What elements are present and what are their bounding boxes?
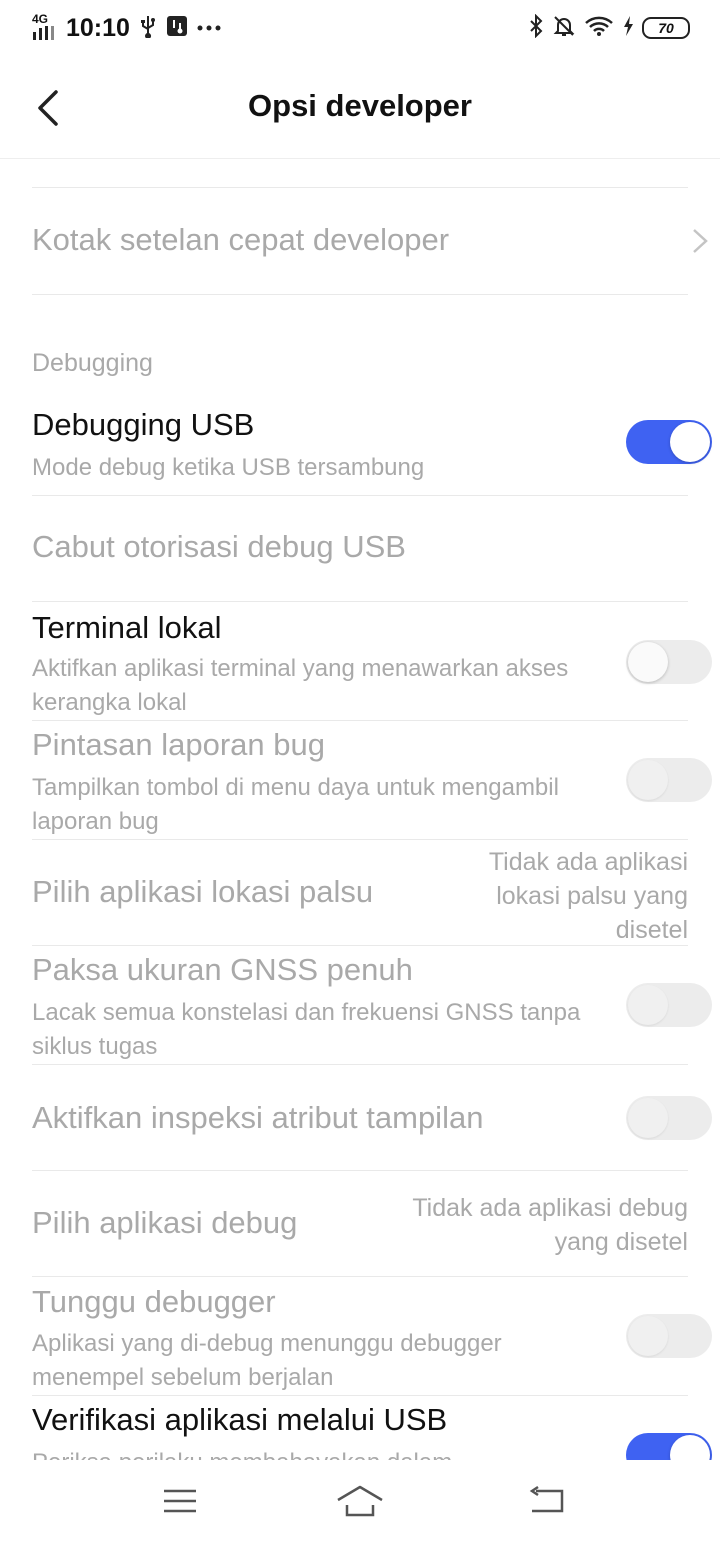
back-nav-button[interactable] <box>518 1476 578 1526</box>
usb-debugging-item[interactable]: Debugging USB Mode debug ketika USB ters… <box>0 399 720 495</box>
toggle-knob <box>628 1316 668 1356</box>
usb-debugging-toggle[interactable] <box>626 420 712 464</box>
toggle-knob <box>628 642 668 682</box>
view-attribute-toggle[interactable] <box>626 1096 712 1140</box>
item-label: Tunggu debugger <box>32 1284 276 1319</box>
item-label: Kotak setelan cepat developer <box>32 222 450 257</box>
bug-report-shortcut-item[interactable]: Pintasan laporan bug Tampilkan tombol di… <box>0 721 720 839</box>
view-attribute-inspection-item[interactable]: Aktifkan inspeksi atribut tampilan <box>0 1065 720 1170</box>
wait-for-debugger-item[interactable]: Tunggu debugger Aplikasi yang di-debug m… <box>0 1277 720 1395</box>
quick-settings-tiles-item[interactable]: Kotak setelan cepat developer <box>0 188 720 294</box>
toggle-knob <box>628 985 668 1025</box>
recents-button[interactable] <box>150 1476 210 1526</box>
local-terminal-item[interactable]: Terminal lokal Aktifkan aplikasi termina… <box>0 602 720 720</box>
settings-list[interactable]: Kotak setelan cepat developer Debugging … <box>0 159 720 1460</box>
item-description: Periksa perilaku membahayakan dalam <box>32 1446 592 1460</box>
divider <box>32 294 688 295</box>
chevron-right-icon <box>693 229 708 253</box>
item-label: Paksa ukuran GNSS penuh <box>32 952 413 987</box>
toggle-knob <box>628 760 668 800</box>
item-label: Pintasan laporan bug <box>32 727 326 762</box>
status-time: 10:10 <box>66 13 130 42</box>
item-label: Debugging USB <box>32 407 255 442</box>
verify-usb-toggle[interactable] <box>626 1433 712 1460</box>
app-header: Opsi developer <box>0 58 720 159</box>
item-description: Tampilkan tombol di menu daya untuk meng… <box>32 774 559 835</box>
wifi-icon <box>584 15 614 42</box>
back-nav-icon <box>529 1485 564 1513</box>
item-label: Cabut otorisasi debug USB <box>32 529 406 564</box>
item-label: Verifikasi aplikasi melalui USB <box>32 1402 448 1437</box>
toggle-knob <box>670 422 710 462</box>
item-value: Tidak ada aplikasi lokasi palsu yang dis… <box>488 848 688 944</box>
item-description: Lacak semua konstelasi dan frekuensi GNS… <box>32 999 581 1060</box>
usb-debug-icon <box>166 15 188 42</box>
gnss-toggle[interactable] <box>626 983 712 1027</box>
usb-icon <box>138 14 158 43</box>
more-dots-icon <box>196 19 222 37</box>
mock-location-app-item[interactable]: Pilih aplikasi lokasi palsu Tidak ada ap… <box>0 840 720 945</box>
revoke-usb-authorizations-item[interactable]: Cabut otorisasi debug USB <box>0 496 720 601</box>
section-header-debugging: Debugging <box>32 349 153 377</box>
home-button[interactable] <box>330 1476 390 1526</box>
verify-apps-over-usb-item[interactable]: Verifikasi aplikasi melalui USB Periksa … <box>0 1396 720 1460</box>
silent-bell-icon <box>552 14 576 43</box>
home-icon <box>337 1485 383 1517</box>
force-gnss-measurements-item[interactable]: Paksa ukuran GNSS penuh Lacak semua kons… <box>0 946 720 1064</box>
charging-icon <box>622 15 634 42</box>
status-bar: 4G 10:10 70 <box>0 0 720 58</box>
item-label: Pilih aplikasi debug <box>32 1205 298 1240</box>
page-title: Opsi developer <box>248 88 472 123</box>
navigation-bar <box>0 1460 720 1544</box>
toggle-knob <box>670 1435 710 1460</box>
toggle-knob <box>628 1098 668 1138</box>
bluetooth-icon <box>528 13 544 43</box>
menu-icon <box>164 1489 196 1513</box>
item-description: Mode debug ketika USB tersambung <box>32 454 425 481</box>
item-label: Pilih aplikasi lokasi palsu <box>32 874 374 909</box>
local-terminal-toggle[interactable] <box>626 640 712 684</box>
signal-icon: 4G <box>32 12 58 42</box>
wait-debugger-toggle[interactable] <box>626 1314 712 1358</box>
item-description: Aktifkan aplikasi terminal yang menawark… <box>32 655 569 716</box>
battery-icon: 70 <box>642 17 690 39</box>
item-description: Aplikasi yang di-debug menunggu debugger… <box>32 1330 502 1391</box>
select-debug-app-item[interactable]: Pilih aplikasi debug Tidak ada aplikasi … <box>0 1171 720 1276</box>
bug-report-toggle[interactable] <box>626 758 712 802</box>
item-value: Tidak ada aplikasi debug yang disetel <box>412 1194 688 1256</box>
item-label: Aktifkan inspeksi atribut tampilan <box>32 1100 484 1135</box>
item-label: Terminal lokal <box>32 610 222 645</box>
